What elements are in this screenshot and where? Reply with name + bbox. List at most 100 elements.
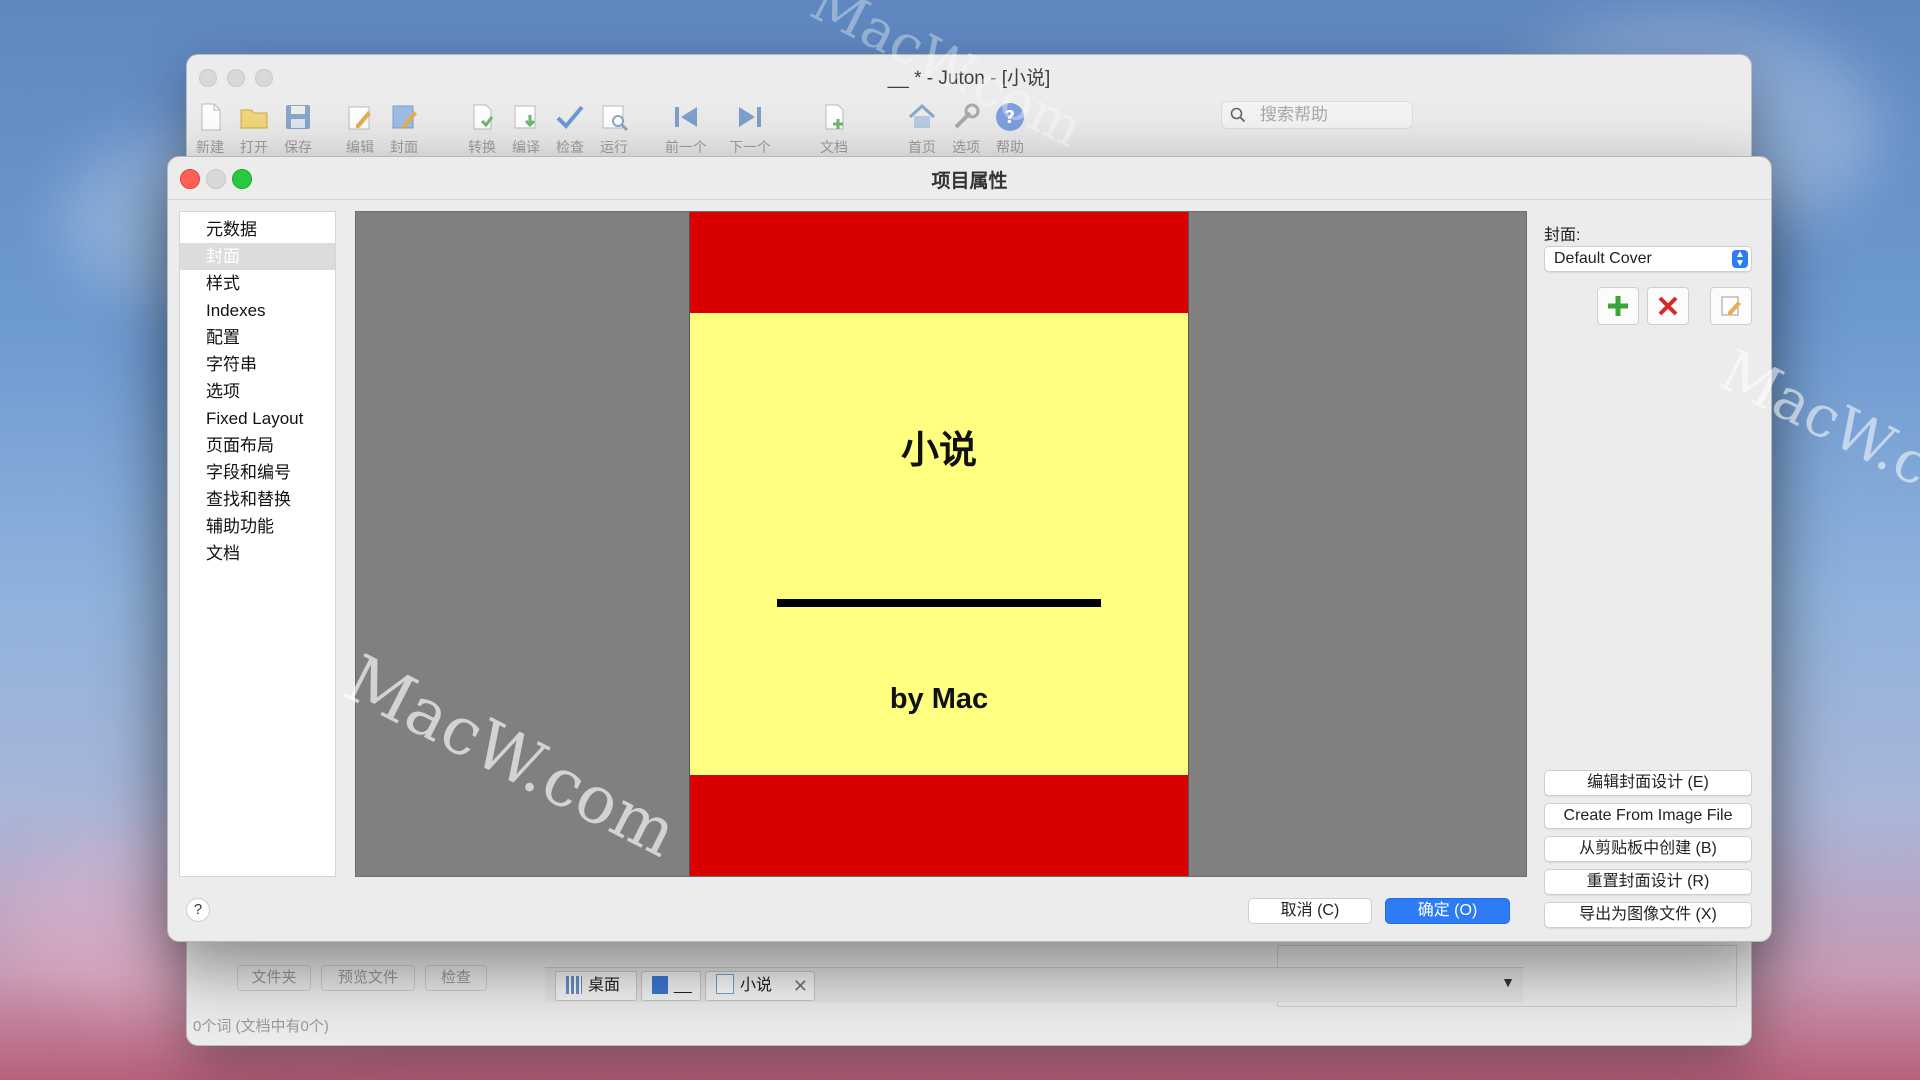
previous-icon: [675, 107, 697, 127]
search-input[interactable]: 搜索帮助: [1221, 101, 1413, 129]
sidebar-item-indexes[interactable]: Indexes: [180, 297, 335, 324]
close-tab-icon[interactable]: ✕: [793, 972, 808, 1000]
create-from-clipboard-button[interactable]: 从剪贴板中创建 (B): [1544, 836, 1752, 862]
toolbar-label: 编译: [512, 139, 540, 155]
toolbar-new-button[interactable]: 新建: [187, 95, 233, 157]
status-bar: 0个词 (文档中有0个): [193, 1018, 329, 1035]
project-properties-dialog: 项目属性 元数据 封面 样式 Indexes 配置 字符串 选项 Fixed L…: [167, 156, 1772, 942]
cover-label: 封面:: [1544, 227, 1581, 244]
export-image-file-button[interactable]: 导出为图像文件 (X): [1544, 902, 1752, 928]
toolbar-edit-button[interactable]: 编辑: [337, 95, 383, 157]
toolbar-label: 文档: [820, 139, 848, 155]
compile-icon: [514, 105, 536, 129]
ok-button[interactable]: 确定 (O): [1385, 898, 1510, 924]
toolbar-run-button[interactable]: 运行: [591, 95, 637, 157]
sidebar-item-page-layout[interactable]: 页面布局: [180, 432, 335, 459]
toolbar-label: 检查: [556, 139, 584, 155]
next-icon: [739, 107, 761, 127]
plus-icon: [1608, 296, 1628, 316]
toolbar-next-button[interactable]: 下一个: [727, 95, 773, 157]
sidebar-item-configuration[interactable]: 配置: [180, 324, 335, 351]
book-icon: [652, 976, 668, 994]
sidebar-item-fields-numbering[interactable]: 字段和编号: [180, 459, 335, 486]
sidebar-item-cover[interactable]: 封面: [180, 243, 335, 270]
home-icon: [908, 103, 936, 128]
cover-controls: 封面: Default Cover ▲ ▼ 编辑封面设计 (E) Create F…: [1544, 211, 1759, 928]
tab-untitled[interactable]: __: [641, 971, 701, 1001]
sidebar-item-find-replace[interactable]: 查找和替换: [180, 486, 335, 513]
new-document-icon: [201, 103, 221, 131]
checkmark-icon: [556, 105, 584, 129]
cover-select-value: Default Cover: [1554, 250, 1652, 267]
cover-divider: [777, 599, 1101, 607]
toolbar-label: 选项: [952, 139, 980, 155]
save-disk-icon: [286, 105, 310, 129]
cover-icon: [392, 105, 417, 129]
sidebar-item-fixed-layout[interactable]: Fixed Layout: [180, 405, 335, 432]
cover-title: 小说: [900, 428, 977, 472]
preview-file-button[interactable]: 预览文件: [321, 965, 415, 991]
toolbar-label: 前一个: [665, 139, 707, 155]
sidebar-item-documents[interactable]: 文档: [180, 540, 335, 567]
search-placeholder: 搜索帮助: [1260, 105, 1328, 124]
edit-cover-design-button[interactable]: 编辑封面设计 (E): [1544, 770, 1752, 796]
toolbar-home-button[interactable]: 首页: [899, 95, 945, 157]
sidebar-item-options[interactable]: 选项: [180, 378, 335, 405]
toolbar-label: 保存: [284, 139, 312, 155]
sidebar-item-accessibility[interactable]: 辅助功能: [180, 513, 335, 540]
cover-body: 小说 by Mac: [690, 313, 1188, 775]
create-from-image-file-button[interactable]: Create From Image File: [1544, 803, 1752, 829]
cover-author: by Mac: [889, 683, 989, 715]
cover-select[interactable]: Default Cover ▲ ▼: [1544, 246, 1752, 272]
dialog-titlebar: 项目属性: [168, 157, 1771, 200]
delete-x-icon: [1658, 296, 1678, 316]
toolbar-label: 首页: [908, 139, 936, 155]
toolbar-cover-button[interactable]: 封面: [381, 95, 427, 157]
tab-label: 桌面: [588, 977, 621, 994]
toolbar-save-button[interactable]: 保存: [275, 95, 321, 157]
toolbar-label: 编辑: [346, 139, 374, 155]
toolbar-label: 封面: [390, 139, 418, 155]
reset-cover-design-button[interactable]: 重置封面设计 (R): [1544, 869, 1752, 895]
dialog-title: 项目属性: [931, 171, 1008, 192]
document-add-icon: [825, 104, 844, 130]
sidebar-item-metadata[interactable]: 元数据: [180, 216, 335, 243]
toolbar-open-button[interactable]: 打开: [231, 95, 277, 157]
toolbar-check-button[interactable]: 检查: [547, 95, 593, 157]
edit-pencil-icon: [348, 106, 371, 130]
toolbar-compile-button[interactable]: 编译: [503, 95, 549, 157]
run-icon: [602, 105, 629, 132]
sidebar-item-styles[interactable]: 样式: [180, 270, 335, 297]
chevron-updown-icon: ▲ ▼: [1732, 250, 1748, 269]
document-tab-strip: 桌面 __ 小说 ✕ ▼: [545, 967, 1523, 1002]
toolbar-label: 打开: [240, 139, 268, 155]
tab-overflow-chevron-down-icon[interactable]: ▼: [1501, 974, 1515, 990]
toolbar-label: 下一个: [729, 139, 771, 155]
open-folder-icon: [240, 109, 268, 129]
toolbar-document-button[interactable]: 文档: [811, 95, 857, 157]
tab-label: __: [674, 977, 692, 994]
folder-button[interactable]: 文件夹: [237, 965, 311, 991]
page-icon: [716, 974, 734, 994]
toolbar-label: 新建: [196, 139, 224, 155]
delete-cover-button[interactable]: [1647, 287, 1689, 325]
help-button[interactable]: ?: [186, 898, 210, 922]
toolbar-previous-button[interactable]: 前一个: [663, 95, 709, 157]
toolbar-label: 运行: [600, 139, 628, 155]
edit-cover-button[interactable]: [1710, 287, 1752, 325]
properties-sidebar: 元数据 封面 样式 Indexes 配置 字符串 选项 Fixed Layout…: [179, 211, 336, 877]
tab-desktop[interactable]: 桌面: [555, 971, 637, 1001]
toolbar-label: 转换: [468, 139, 496, 155]
cancel-button[interactable]: 取消 (C): [1248, 898, 1372, 924]
tab-novel[interactable]: 小说 ✕: [705, 971, 815, 1001]
sidebar-item-strings[interactable]: 字符串: [180, 351, 335, 378]
edit-pencil-icon: [1721, 296, 1741, 316]
convert-icon: [473, 104, 494, 130]
toolbar-label: 帮助: [996, 139, 1024, 155]
calendar-grid-icon: [566, 976, 582, 994]
add-cover-button[interactable]: [1597, 287, 1639, 325]
cover-top-band: [690, 212, 1188, 313]
check-button[interactable]: 检查: [425, 965, 487, 991]
tab-label: 小说: [740, 977, 773, 994]
toolbar-convert-button[interactable]: 转换: [459, 95, 505, 157]
